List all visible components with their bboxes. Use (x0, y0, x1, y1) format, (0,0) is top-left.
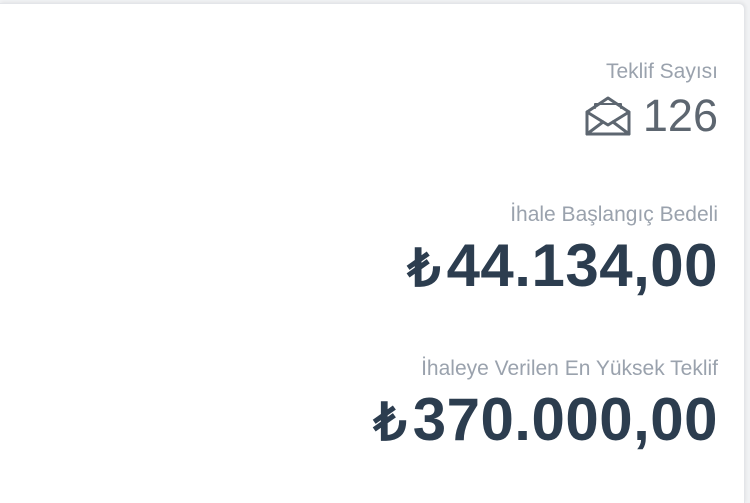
offer-count-row: 126 (581, 93, 718, 139)
offer-count-value: 126 (642, 90, 718, 141)
highest-offer-value: 370.000,00 (412, 386, 718, 453)
lira-currency-icon: ₺ (407, 240, 441, 298)
start-price-label: İhale Başlangıç Bedeli (510, 203, 718, 226)
highest-offer-stat: İhaleye Verilen En Yüksek Teklif ₺ 370.0… (374, 357, 718, 454)
start-price-value: 44.134,00 (446, 232, 718, 299)
offer-count-label: Teklif Sayısı (605, 60, 718, 83)
highest-offer-row: ₺ 370.000,00 (374, 385, 718, 454)
start-price-row: ₺ 44.134,00 (407, 231, 718, 300)
auction-summary-card: Teklif Sayısı 126 İhale Başlangıç Bedeli… (0, 3, 745, 503)
start-price-stat: İhale Başlangıç Bedeli ₺ 44.134,00 (407, 203, 718, 300)
envelope-open-icon (581, 94, 635, 138)
lira-currency-icon: ₺ (373, 394, 407, 452)
highest-offer-label: İhaleye Verilen En Yüksek Teklif (421, 357, 718, 380)
offer-count-stat: Teklif Sayısı 126 (581, 60, 718, 139)
